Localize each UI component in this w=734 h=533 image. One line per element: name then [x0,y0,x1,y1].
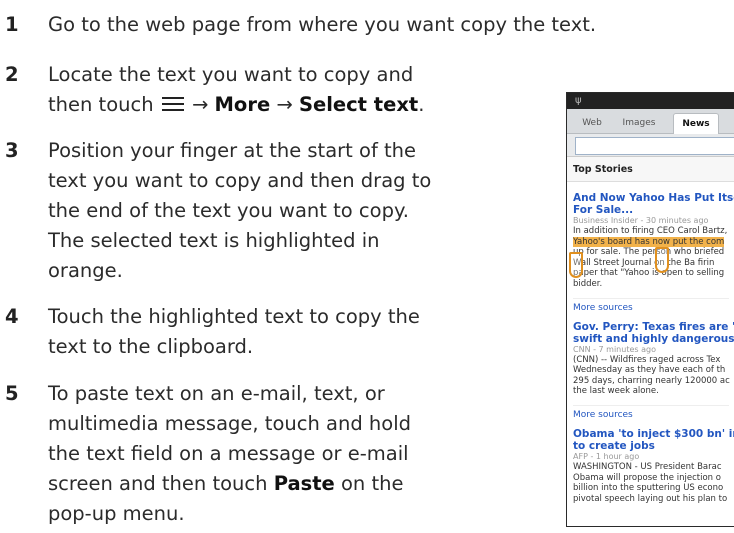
usb-icon: ψ [575,95,582,106]
story-title[interactable]: Obama 'to inject $300 bn' in [573,428,734,440]
step-text-line: multimedia message, touch and hold [48,412,411,435]
search-tabs: Web Images News [567,109,734,134]
news-story: Obama 'to inject $300 bn' in to create j… [567,428,734,504]
selection-start-handle[interactable] [569,252,583,278]
story-meta: CNN - 7 minutes ago [573,344,656,354]
story-title[interactable]: Gov. Perry: Texas fires are 'r [573,321,734,333]
section-heading: Top Stories [567,157,734,182]
more-menu-label: More [214,93,271,116]
selection-end-handle[interactable] [655,247,669,273]
step-text-line: To paste text on an e-mail, text, or [48,382,385,405]
step-text-line: the end of the text you want to copy. [48,199,409,222]
step-text-line: the text field on a message or e-mail [48,442,409,465]
step-text: Go to the web page from where you want c… [48,13,597,36]
step-text-line: The selected text is highlighted in [48,229,380,252]
story-title[interactable]: For Sale... [573,204,729,216]
news-story: Gov. Perry: Texas fires are 'r swift and… [567,321,734,420]
story-text: Wall Street Journal on the Ba firin [573,257,715,268]
step-number: 4 [5,305,19,328]
step-text-line: Position your finger at the start of the [48,139,417,162]
step-text-line: orange. [48,259,123,282]
story-title[interactable]: And Now Yahoo Has Put Itse [573,192,734,204]
hamburger-menu-icon [161,96,184,111]
story-text: 295 days, charring nearly 120000 ac [573,375,730,386]
story-text: bidder. [573,278,603,289]
tab-news[interactable]: News [673,113,719,134]
story-text: pivotal speech laying out his plan to [573,493,728,504]
story-text: billion into the sputtering US econo [573,483,724,494]
phone-screenshot: ψ Web Images News Top Stories And Now Ya… [566,92,734,527]
step-text-line: pop-up menu. [48,502,185,525]
more-sources-link[interactable]: More sources [573,297,729,313]
story-text: In addition to firing CEO Carol Bartz, [573,226,728,236]
paste-label: Paste [273,472,335,495]
step-number: 3 [5,139,19,162]
story-meta: Business Insider - 30 minutes ago [573,216,709,225]
status-bar: ψ [567,93,734,109]
tab-web[interactable]: Web [577,113,607,133]
tab-images[interactable]: Images [619,113,659,133]
story-text: up for sale. The person who briefed [573,247,725,258]
step-text-line: Locate the text you want to copy and [48,63,414,86]
news-story: And Now Yahoo Has Put Itse For Sale... B… [567,192,734,313]
more-sources-link[interactable]: More sources [573,404,729,420]
step-text-line: text to the clipboard. [48,335,254,358]
story-text: the last week alone. [573,386,659,397]
step-number: 1 [5,13,19,36]
story-text: Yahoo's board has now put the com [573,236,729,248]
step-text-line: then touch → More → Select text. [48,93,425,116]
story-text: WASHINGTON - US President Barac [573,461,722,472]
story-title[interactable]: swift and highly dangerous' [573,333,734,345]
step-number: 2 [5,63,19,86]
story-text: Wednesday as they have each of th [573,365,726,376]
story-text: Obama will propose the injection o [573,472,721,483]
step-text-line: Touch the highlighted text to copy the [48,305,420,328]
search-bar [567,134,734,157]
step-text-line: screen and then touch Paste on the [48,472,404,495]
step-number: 5 [5,382,19,405]
story-text: paper that "Yahoo is open to selling [573,268,725,279]
step-text-line: text you want to copy and then drag to [48,169,432,192]
select-text-label: Select text [298,93,419,116]
story-meta: AFP - 1 hour ago [573,451,640,461]
selected-text[interactable]: Yahoo's board has now put the com [573,236,725,247]
story-text: (CNN) -- Wildfires raged across Tex [573,354,721,365]
story-title[interactable]: to create jobs [573,440,729,452]
search-input[interactable] [575,137,734,155]
